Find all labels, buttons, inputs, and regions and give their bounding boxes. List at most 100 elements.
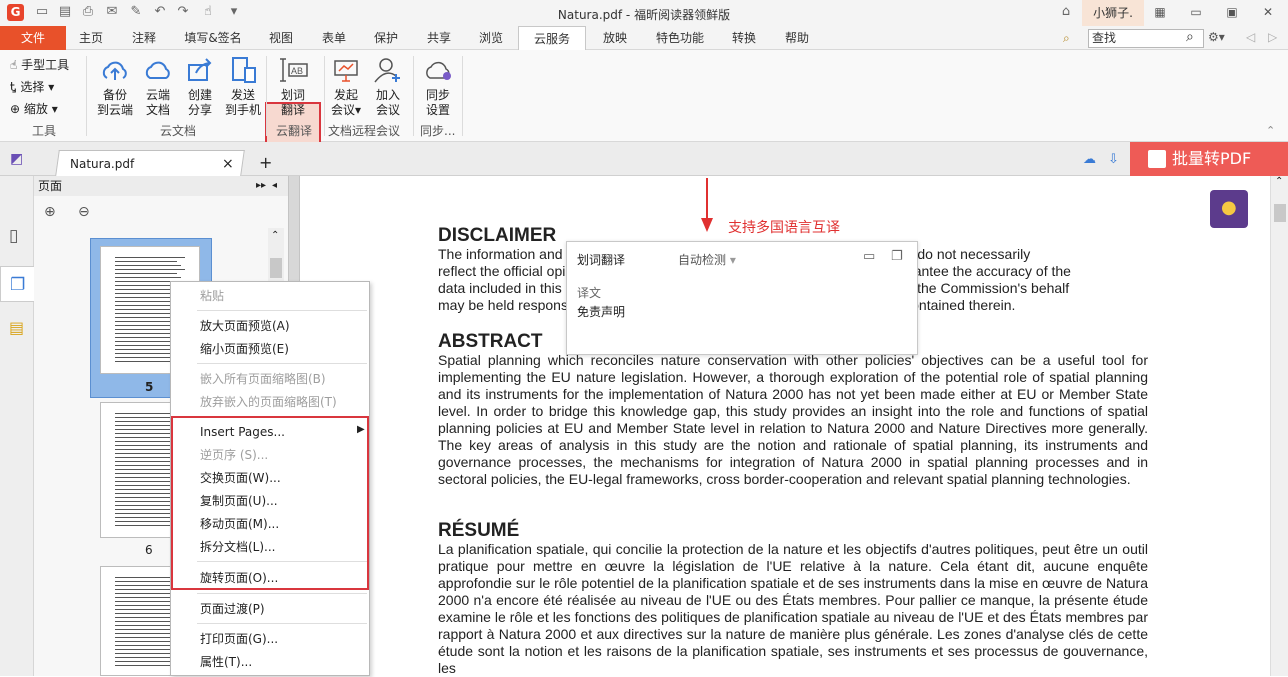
scroll-up-icon[interactable]: ⌃ [271, 230, 279, 241]
tips-button[interactable]: ● [1210, 190, 1248, 228]
language-detect-label: 自动检测 [678, 253, 727, 267]
join-user-icon [374, 58, 400, 83]
zoom-tool[interactable]: ⊕ 缩放 ▾ [10, 100, 58, 118]
translation-label: 译文 [577, 286, 602, 300]
zoom-in-thumb-icon[interactable]: ⊕ [44, 204, 56, 220]
zoom-out-thumb-icon[interactable]: ⊖ [78, 204, 90, 220]
tab-protect[interactable]: 保护 [369, 26, 403, 50]
batch-to-pdf-button[interactable]: 批量转PDF [1130, 142, 1288, 176]
menu-discard-thumbnails[interactable]: 放弃嵌入的页面缩略图(T) [200, 394, 337, 410]
cloud-docs-button[interactable]: 云端 文档 [136, 56, 180, 118]
send-to-phone-icon [232, 57, 256, 83]
thumb-text-line [115, 453, 177, 454]
layout-icon[interactable]: ▦ [1150, 4, 1170, 20]
menu-bar: 文件 主页 注释 填写&签名 视图 表单 保护 共享 浏览 云服务 放映 特色功… [0, 26, 1288, 51]
translate-popup: 划词翻译 自动检测 ▾ ▭ ❐ 译文 免责声明 [566, 241, 918, 355]
page-label-5: 5 [145, 380, 154, 394]
comment-icon[interactable]: ▭ [863, 249, 875, 264]
menu-page-transition[interactable]: 页面过渡(P) [200, 601, 265, 617]
batch-to-pdf-label: 批量转PDF [1172, 149, 1252, 168]
new-tab-icon[interactable]: + [259, 153, 272, 172]
document-tab-row: ◩ Natura.pdf × + ☁ ⇩ 批量转PDF [0, 142, 1288, 176]
hand-tool[interactable]: ☝ 手型工具 [10, 56, 69, 74]
language-detect-dropdown[interactable]: 自动检测 ▾ [678, 251, 736, 268]
cloud-docs-label-1: 云端 [145, 88, 170, 102]
hand-tool-label: 手型工具 [21, 58, 70, 72]
tab-slideshow[interactable]: 放映 [598, 26, 632, 50]
tab-comment[interactable]: 注释 [127, 26, 161, 50]
collapse-ribbon-icon[interactable]: ⌃ [1266, 124, 1275, 137]
thumb-text-line [115, 629, 177, 630]
doc-scroll-thumb[interactable] [1274, 204, 1286, 222]
translate-label-1: 划词 [280, 88, 305, 102]
next-icon[interactable]: ▷ [1268, 30, 1277, 44]
menu-zoom-out-preview[interactable]: 缩小页面预览(E) [200, 341, 289, 357]
thumb-text-line [115, 357, 177, 358]
scroll-thumb[interactable] [270, 258, 282, 278]
sync-label-2: 设置 [425, 103, 450, 117]
annotation-arrow-icon [701, 178, 713, 232]
cloud-status-icon[interactable]: ☁ [1083, 152, 1096, 167]
left-rail: ▯ ❐ ▤ [0, 176, 34, 676]
pages-panel-tab[interactable]: ❐ [0, 266, 34, 302]
user-name[interactable]: 小狮子. [1082, 0, 1144, 26]
menu-print-pages[interactable]: 打印页面(G)... [200, 631, 278, 647]
send-phone-button[interactable]: 发送 到手机 [221, 56, 265, 118]
tab-form[interactable]: 表单 [317, 26, 351, 50]
sync-settings-button[interactable]: 同步 设置 [416, 56, 460, 118]
menu-properties[interactable]: 属性(T)... [200, 654, 252, 670]
download-icon[interactable]: ⇩ [1108, 152, 1119, 167]
settings-icon[interactable]: ⚙▾ [1208, 30, 1225, 44]
backup-button[interactable]: 备份 到云端 [93, 56, 137, 118]
ribbon: ☝ 手型工具 Ꮏ 选择 ▾ ⊕ 缩放 ▾ 工具 备份 到云端 云端 文档 创建 分享 … [0, 50, 1288, 176]
tab-view[interactable]: 视图 [264, 26, 298, 50]
tab-features[interactable]: 特色功能 [650, 26, 710, 50]
pages-panel-title: 页面 [38, 179, 63, 193]
thumb-text-line [115, 477, 177, 478]
document-scrollbar[interactable]: ⌃ [1270, 176, 1288, 676]
close-icon[interactable]: ✕ [1258, 4, 1278, 20]
prev-icon[interactable]: ◁ [1246, 30, 1255, 44]
start-meeting-button[interactable]: 发起 会议▾ [324, 56, 368, 118]
bell-icon[interactable]: ⌂ [1058, 4, 1074, 20]
popup-title: 划词翻译 [577, 253, 626, 267]
tab-browse[interactable]: 浏览 [474, 26, 508, 50]
join-meeting-label-1: 加入 [375, 88, 400, 102]
tab-convert[interactable]: 转换 [727, 26, 761, 50]
expand-panel-icon[interactable]: ▸▸ [256, 176, 266, 196]
translate-button[interactable]: AB 划词 翻译 [271, 56, 315, 118]
group-label-sync: 同步... [420, 124, 456, 138]
resume-heading: RÉSUMÉ [438, 520, 520, 541]
bookmark-panel-icon[interactable]: ▯ [9, 226, 18, 246]
menu-zoom-in-preview[interactable]: 放大页面预览(A) [200, 318, 290, 334]
restore-icon[interactable]: ▣ [1222, 4, 1242, 20]
menu-embed-thumbnails[interactable]: 嵌入所有页面缩略图(B) [200, 371, 326, 387]
minimize-icon[interactable]: ▭ [1186, 4, 1206, 20]
select-tool[interactable]: Ꮏ 选择 ▾ [10, 78, 54, 96]
collapse-panel-icon[interactable]: ◂ [272, 176, 277, 196]
create-share-label-2: 分享 [187, 103, 212, 117]
comments-panel-icon[interactable]: ▤ [9, 318, 24, 337]
join-meeting-button[interactable]: 加入 会议 [366, 56, 410, 118]
create-share-button[interactable]: 创建 分享 [178, 56, 222, 118]
doc-scroll-up-icon[interactable]: ⌃ [1275, 176, 1283, 187]
thumb-text-line [115, 277, 181, 278]
tab-home[interactable]: 主页 [74, 26, 108, 50]
search-icon[interactable]: ⌕ [1186, 29, 1194, 45]
menu-paste[interactable]: 粘贴 [200, 288, 224, 304]
thumb-text-line [115, 333, 177, 334]
start-meeting-label-1: 发起 [333, 88, 358, 102]
tab-file[interactable]: 文件 [0, 26, 66, 50]
tab-fill-sign[interactable]: 填写&签名 [180, 26, 246, 50]
tab-help[interactable]: 帮助 [780, 26, 814, 50]
close-tab-icon[interactable]: × [222, 156, 234, 172]
page-label-6: 6 [145, 543, 153, 557]
copy-icon[interactable]: ❐ [891, 249, 903, 264]
tab-cloud-service[interactable]: 云服务 [518, 26, 586, 51]
search-doc-icon[interactable]: ⌕ [1063, 31, 1070, 46]
abstract-text: Spatial planning which reconciles nature… [438, 352, 1148, 487]
thumb-text-line [115, 265, 181, 266]
join-meeting-label-2: 会议 [375, 103, 400, 117]
tab-share[interactable]: 共享 [422, 26, 456, 50]
select-icon: Ꮏ [10, 80, 17, 94]
